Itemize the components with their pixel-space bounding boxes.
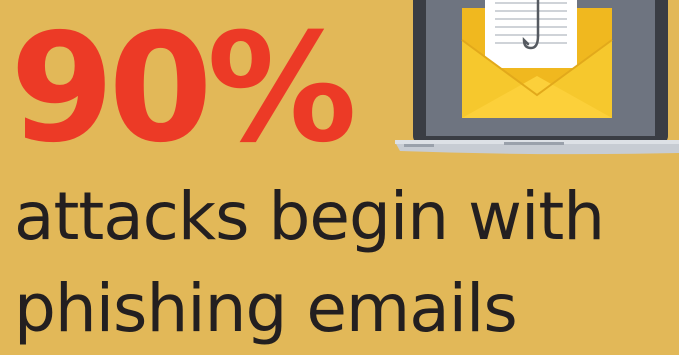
caption-line-1: attacks begin with <box>14 178 605 255</box>
letter-icon <box>485 0 577 68</box>
laptop-phishing-email-icon <box>395 0 679 155</box>
caption-line-2: phishing emails <box>14 270 518 347</box>
